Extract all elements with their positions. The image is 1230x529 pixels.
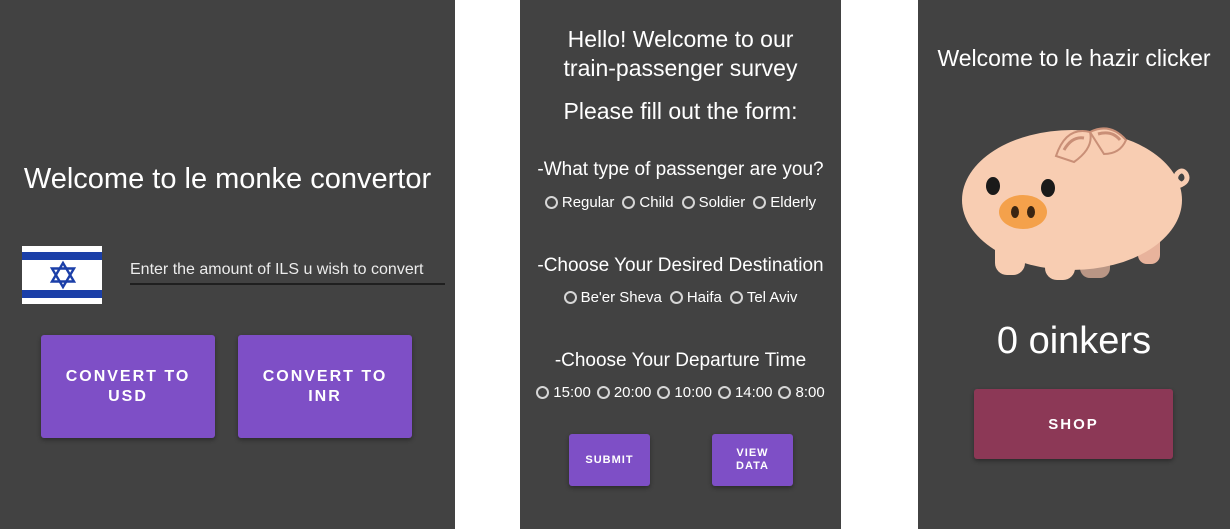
- radio-label: Soldier: [698, 194, 746, 211]
- radio-label: Child: [639, 194, 674, 211]
- converter-title: Welcome to le monke convertor: [23, 163, 432, 195]
- shop-button[interactable]: SHOP: [974, 389, 1173, 459]
- radio-soldier[interactable]: Soldier: [681, 194, 746, 211]
- radio-circle: [717, 386, 731, 399]
- radio-label: 20:00: [613, 384, 652, 401]
- radio-circle: [753, 196, 767, 209]
- radio-label: 10:00: [674, 384, 712, 401]
- convert-to-usd-button[interactable]: CONVERT TO USD: [41, 335, 215, 438]
- radio-circle: [536, 386, 550, 399]
- radio-label: 15:00: [553, 384, 591, 401]
- radio-circle: [657, 386, 671, 399]
- radio-regular[interactable]: Regular: [544, 194, 615, 211]
- radio-800[interactable]: 8:00: [778, 384, 825, 401]
- convert-usd-label-line2: USD: [108, 387, 148, 405]
- radio-circle: [669, 291, 683, 304]
- destination-radio-group: Be'er Sheva Haifa Tel Aviv: [520, 289, 841, 306]
- oinker-count: 0 oinkers: [996, 320, 1152, 362]
- passenger-type-question: -What type of passenger are you?: [537, 159, 824, 180]
- departure-time-radio-group: 15:00 20:00 10:00 14:00 8:00: [520, 384, 841, 401]
- shop-label: SHOP: [1048, 415, 1099, 433]
- radio-2000[interactable]: 20:00: [596, 384, 652, 401]
- radio-1500[interactable]: 15:00: [536, 384, 591, 401]
- departure-time-question: -Choose Your Departure Time: [554, 350, 807, 371]
- radio-tel-aviv[interactable]: Tel Aviv: [729, 289, 798, 306]
- passenger-type-radio-group: Regular Child Soldier Elderly: [520, 194, 841, 211]
- convert-inr-label-line1: CONVERT TO: [262, 367, 388, 385]
- clicker-title: Welcome to le hazir clicker: [937, 45, 1211, 71]
- radio-1000[interactable]: 10:00: [657, 384, 712, 401]
- radio-beer-sheva[interactable]: Be'er Sheva: [563, 289, 662, 306]
- survey-subheading: Please fill out the form:: [563, 98, 798, 124]
- survey-heading: Hello! Welcome to our train-passenger su…: [520, 25, 841, 83]
- view-data-label-line2: DATA: [736, 460, 769, 472]
- radio-circle: [544, 196, 558, 209]
- ils-amount-input[interactable]: Enter the amount of ILS u wish to conver…: [130, 257, 445, 285]
- submit-button[interactable]: SUBMIT: [569, 434, 650, 486]
- star-of-david-icon: [49, 260, 77, 290]
- survey-screen: Hello! Welcome to our train-passenger su…: [520, 0, 841, 529]
- convert-to-inr-button[interactable]: CONVERT TO INR: [238, 335, 412, 438]
- flag-stripe-top: [22, 252, 102, 260]
- radio-circle: [681, 196, 695, 209]
- radio-label: Elderly: [770, 194, 817, 211]
- radio-child[interactable]: Child: [622, 194, 674, 211]
- radio-haifa[interactable]: Haifa: [669, 289, 722, 306]
- radio-label: Tel Aviv: [746, 289, 798, 306]
- radio-label: Be'er Sheva: [580, 289, 662, 306]
- convert-usd-label-line1: CONVERT TO: [65, 367, 191, 385]
- radio-elderly[interactable]: Elderly: [753, 194, 816, 211]
- ils-amount-placeholder: Enter the amount of ILS u wish to conver…: [130, 261, 424, 278]
- view-data-button[interactable]: VIEW DATA: [712, 434, 793, 486]
- radio-circle: [622, 196, 636, 209]
- radio-circle: [596, 386, 610, 399]
- radio-circle: [729, 291, 743, 304]
- convert-inr-label-line2: INR: [308, 387, 342, 405]
- survey-heading-line2: train-passenger survey: [563, 55, 798, 81]
- radio-label: Haifa: [686, 289, 722, 306]
- clicker-screen: Welcome to le hazir clicker 0 oinkers SH…: [918, 0, 1230, 529]
- radio-label: Regular: [561, 194, 615, 211]
- converter-screen: Welcome to le monke convertor Enter the …: [0, 0, 455, 529]
- flag-stripe-bottom: [22, 290, 102, 298]
- radio-circle: [778, 386, 792, 399]
- radio-label: 14:00: [734, 384, 773, 401]
- submit-label: SUBMIT: [585, 453, 634, 466]
- pig-icon[interactable]: [960, 120, 1190, 285]
- view-data-label-line1: VIEW: [736, 447, 769, 459]
- radio-circle: [563, 291, 577, 304]
- destination-question: -Choose Your Desired Destination: [537, 255, 824, 276]
- survey-heading-line1: Hello! Welcome to our: [567, 26, 794, 52]
- israel-flag-icon: [22, 246, 102, 304]
- radio-1400[interactable]: 14:00: [717, 384, 773, 401]
- radio-label: 8:00: [795, 384, 825, 401]
